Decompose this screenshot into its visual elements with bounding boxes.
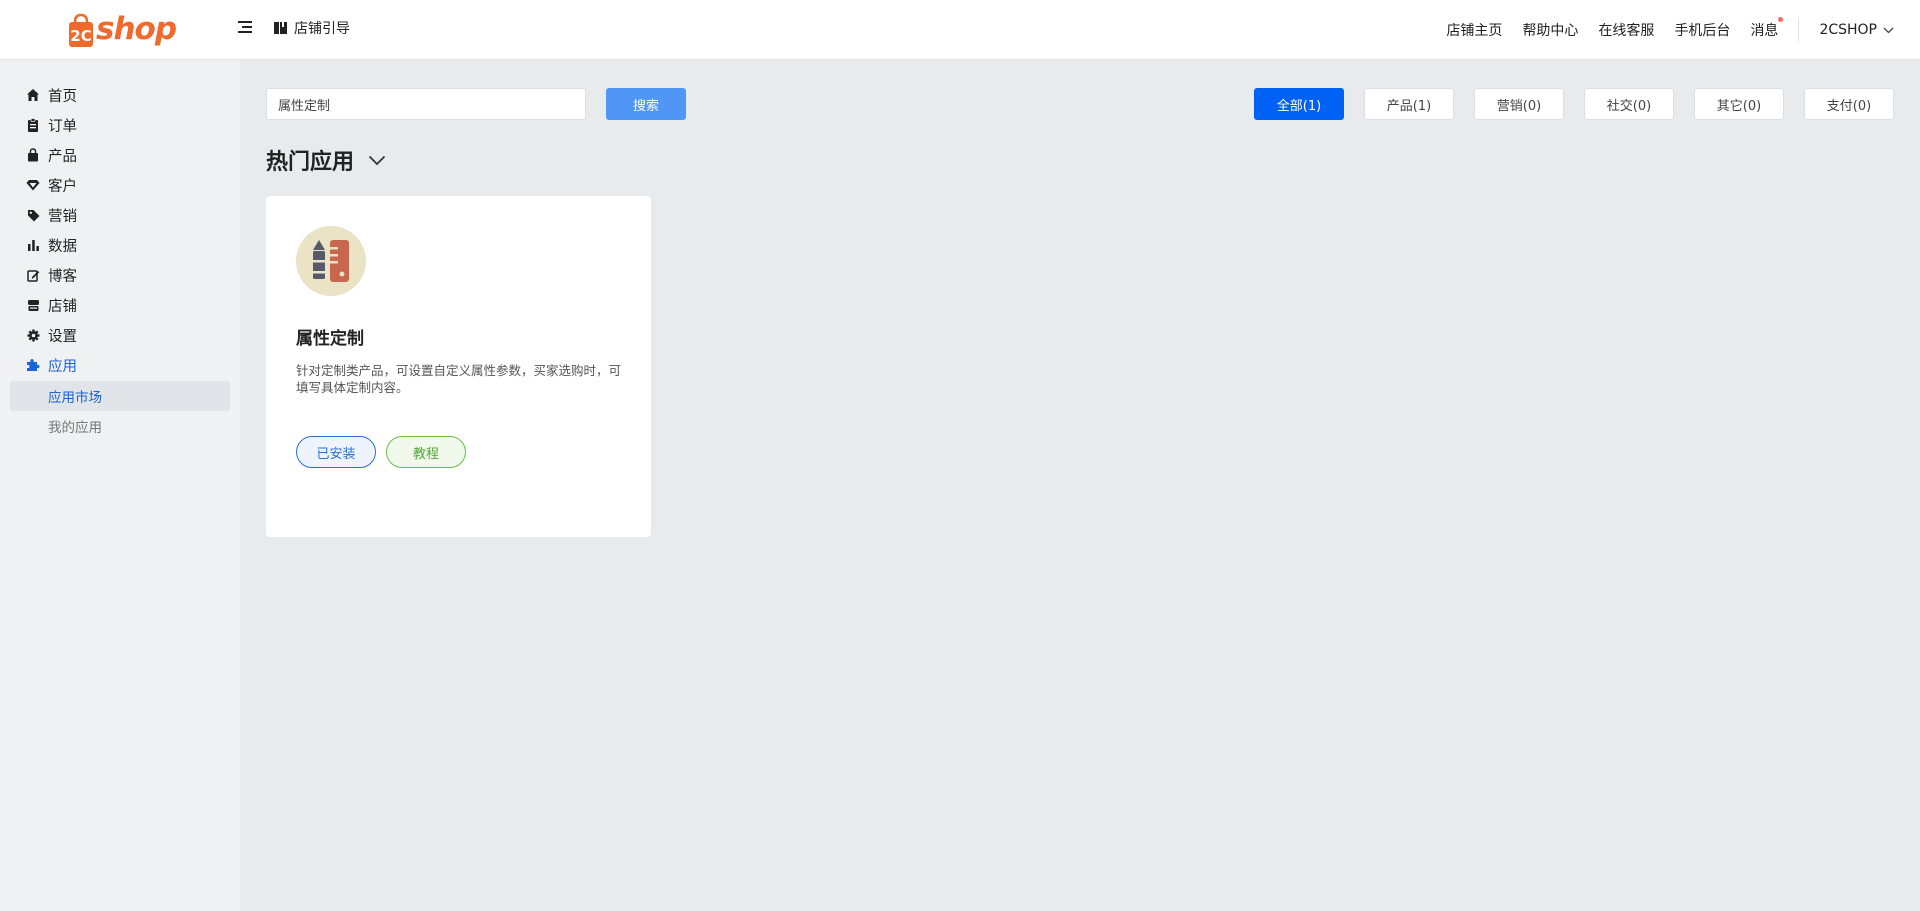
sidebar-item-store[interactable]: 店铺 — [0, 293, 240, 317]
sidebar-item-label: 博客 — [48, 268, 77, 285]
store-guide-link[interactable]: 店铺引导 — [274, 18, 350, 38]
account-name: 2CSHOP — [1819, 22, 1877, 38]
nav-store-home[interactable]: 店铺主页 — [1446, 20, 1502, 40]
top-header: 2C shop 店铺引导 店铺主页 帮助中心 在线客服 手机后台 消息 2CSH… — [0, 0, 1920, 60]
sidebar: 首页 订单 产品 客户 营销 数据 博客 店铺 设置 应用 应用市场 我的应用 — [0, 60, 240, 911]
unread-dot — [1778, 17, 1784, 22]
installed-button[interactable]: 已安装 — [296, 436, 376, 468]
pencil-ruler-icon — [296, 226, 366, 296]
sidebar-item-settings[interactable]: 设置 — [0, 323, 240, 347]
sidebar-item-label: 营销 — [48, 208, 77, 225]
gear-icon — [26, 328, 40, 342]
tag-icon — [26, 208, 40, 222]
sidebar-item-label: 设置 — [48, 328, 77, 345]
clipboard-icon — [26, 118, 40, 132]
nav-mobile-backend[interactable]: 手机后台 — [1674, 20, 1730, 40]
filter-payment-button[interactable]: 支付(0) — [1804, 88, 1894, 120]
filter-social-button[interactable]: 社交(0) — [1584, 88, 1674, 120]
app-description: 针对定制类产品，可设置自定义属性参数，买家选购时，可填写具体定制内容。 — [296, 363, 622, 395]
filter-marketing-button[interactable]: 营销(0) — [1474, 88, 1564, 120]
sidebar-item-apps[interactable]: 应用 — [0, 353, 240, 377]
app-name: 属性定制 — [296, 329, 364, 349]
sidebar-item-products[interactable]: 产品 — [0, 143, 240, 167]
edit-icon — [26, 268, 40, 282]
nav-messages[interactable]: 消息 — [1750, 17, 1784, 40]
filter-other-button[interactable]: 其它(0) — [1694, 88, 1784, 120]
book-icon — [274, 22, 287, 34]
sidebar-item-label: 数据 — [48, 238, 77, 255]
logo-text: shop — [96, 11, 177, 47]
nav-divider — [1798, 18, 1800, 42]
shopping-bag-logo-icon: 2C — [66, 13, 96, 47]
menu-toggle-icon[interactable] — [238, 21, 254, 37]
messages-label: 消息 — [1750, 23, 1779, 39]
chevron-down-icon — [1883, 27, 1894, 33]
top-nav: 店铺主页 帮助中心 在线客服 手机后台 消息 2CSHOP — [1426, 0, 1920, 60]
nav-online-support[interactable]: 在线客服 — [1598, 20, 1654, 40]
diamond-icon — [26, 178, 40, 192]
search-button[interactable]: 搜索 — [606, 88, 686, 120]
svg-text:2C: 2C — [70, 27, 91, 45]
store-guide-label: 店铺引导 — [294, 21, 350, 37]
sidebar-sub-app-market[interactable]: 应用市场 — [10, 381, 230, 411]
sidebar-item-customers[interactable]: 客户 — [0, 173, 240, 197]
sidebar-item-label: 订单 — [48, 118, 77, 135]
sidebar-item-orders[interactable]: 订单 — [0, 113, 240, 137]
sidebar-item-label: 店铺 — [48, 298, 77, 315]
filter-all-button[interactable]: 全部(1) — [1254, 88, 1344, 120]
logo[interactable]: 2C shop — [66, 10, 177, 50]
section-title: 热门应用 — [266, 144, 386, 176]
nav-help-center[interactable]: 帮助中心 — [1522, 20, 1578, 40]
store-icon — [26, 298, 40, 312]
search-input[interactable] — [266, 88, 586, 120]
sidebar-item-marketing[interactable]: 营销 — [0, 203, 240, 227]
bar-chart-icon — [26, 238, 40, 252]
puzzle-icon — [26, 358, 40, 372]
category-filters: 全部(1) 产品(1) 营销(0) 社交(0) 其它(0) 支付(0) — [1234, 88, 1894, 120]
app-card[interactable]: 属性定制 针对定制类产品，可设置自定义属性参数，买家选购时，可填写具体定制内容。… — [266, 196, 651, 537]
sidebar-item-label: 产品 — [48, 148, 77, 165]
chevron-down-icon[interactable] — [368, 155, 386, 166]
sidebar-sub-my-apps[interactable]: 我的应用 — [10, 411, 230, 441]
home-icon — [26, 88, 40, 102]
filter-products-button[interactable]: 产品(1) — [1364, 88, 1454, 120]
sidebar-item-label: 应用 — [48, 358, 77, 375]
sidebar-item-data[interactable]: 数据 — [0, 233, 240, 257]
account-menu[interactable]: 2CSHOP — [1819, 22, 1894, 38]
bag-icon — [26, 148, 40, 162]
tutorial-button[interactable]: 教程 — [386, 436, 466, 468]
sidebar-item-label: 客户 — [48, 178, 77, 195]
section-title-text: 热门应用 — [266, 150, 355, 175]
sidebar-item-home[interactable]: 首页 — [0, 83, 240, 107]
sidebar-item-blog[interactable]: 博客 — [0, 263, 240, 287]
sidebar-item-label: 首页 — [48, 88, 77, 105]
